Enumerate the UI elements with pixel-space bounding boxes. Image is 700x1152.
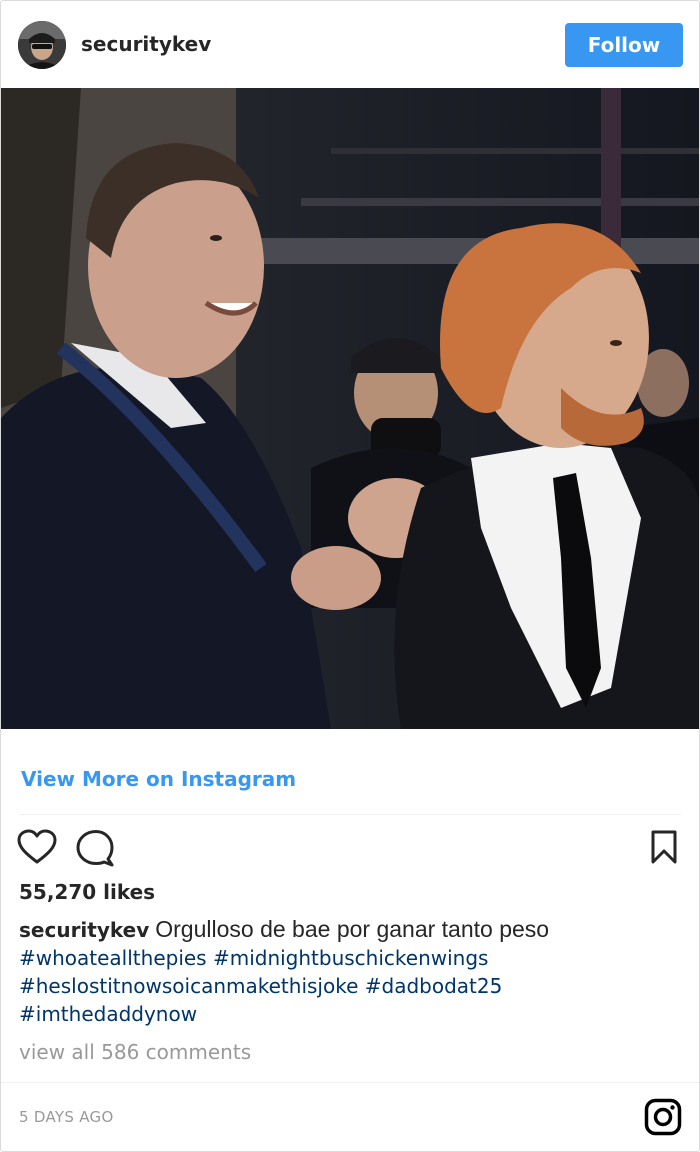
post-photo-illustration (1, 88, 699, 729)
hashtags-line-2[interactable]: #heslostitnowsoicanmakethisjoke #dadboda… (19, 974, 502, 998)
avatar[interactable] (18, 21, 66, 69)
post-photo[interactable] (1, 88, 699, 729)
view-more-on-instagram-link[interactable]: View More on Instagram (21, 767, 296, 791)
post-timestamp: 5 DAYS AGO (19, 1108, 114, 1126)
post-caption: securitykev Orgulloso de bae por ganar ta… (19, 915, 679, 1028)
actions-divider (19, 814, 681, 815)
caption-text: Orgulloso de bae por ganar tanto peso (155, 916, 550, 942)
view-all-comments-link[interactable]: view all 586 comments (19, 1040, 251, 1064)
username[interactable]: securitykev (81, 32, 211, 56)
avatar-image (18, 21, 66, 69)
post-header: securitykev Follow (1, 1, 699, 87)
hashtags-line-1[interactable]: #whoateallthepies #midnightbuschickenwin… (19, 946, 488, 970)
caption-username[interactable]: securitykev (19, 918, 149, 942)
hashtags-line-3[interactable]: #imthedaddynow (19, 1002, 197, 1026)
bookmark-icon[interactable] (649, 829, 679, 865)
instagram-embed-card: securitykev Follow View More on Instagra… (0, 0, 700, 1152)
footer-divider (1, 1082, 699, 1083)
instagram-logo-icon[interactable] (644, 1098, 682, 1136)
follow-button[interactable]: Follow (565, 23, 683, 67)
likes-count[interactable]: 55,270 likes (19, 880, 155, 904)
comment-bubble-icon[interactable] (75, 829, 115, 867)
heart-icon[interactable] (17, 829, 57, 867)
